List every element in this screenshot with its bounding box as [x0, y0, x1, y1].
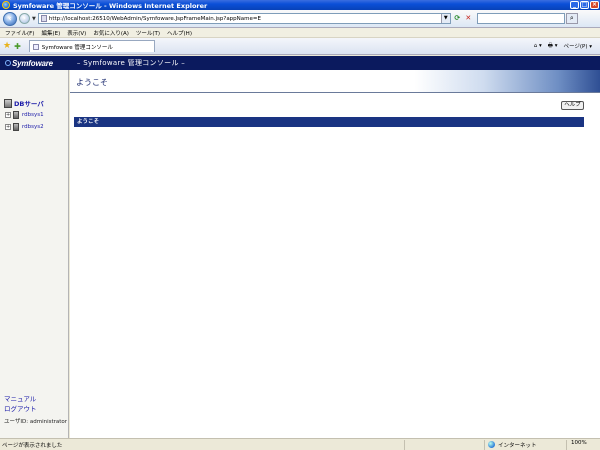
- tree-root-db-server[interactable]: DBサーバ: [4, 98, 44, 108]
- expand-icon[interactable]: +: [5, 124, 11, 130]
- app-title: – Symfoware 管理コンソール –: [76, 59, 186, 67]
- page-menu-button[interactable]: ページ(P) ▾: [563, 42, 592, 50]
- symfoware-logo: Symfoware: [5, 59, 53, 68]
- navigation-sidebar: DBサーバ + rdbsys1 + rdbsys2 マニュアル ログアウト ユー…: [0, 70, 69, 438]
- status-segment: [404, 439, 484, 450]
- address-url[interactable]: http://localhost:26510/WebAdmin/Symfowar…: [49, 16, 441, 22]
- add-favorite-icon[interactable]: ✚: [14, 42, 21, 51]
- tab-page-icon: [32, 43, 39, 50]
- stop-icon[interactable]: ✕: [464, 14, 473, 23]
- address-toolbar: ‹ › ▼ http://localhost:26510/WebAdmin/Sy…: [0, 10, 600, 28]
- minimize-button[interactable]: _: [570, 1, 579, 9]
- main-content: ようこそ ヘルプ ようこそ: [70, 70, 600, 438]
- page-header: ようこそ: [70, 70, 600, 93]
- tree-node-label[interactable]: rdbsys2: [22, 124, 44, 130]
- home-button[interactable]: ⌂ ▾: [534, 43, 542, 49]
- app-header: Symfoware – Symfoware 管理コンソール –: [0, 56, 600, 70]
- zoom-level[interactable]: 100%: [566, 439, 600, 450]
- refresh-icon[interactable]: ⟳: [453, 14, 462, 23]
- menu-help[interactable]: ヘルプ(H): [167, 29, 192, 37]
- tree-node-rdbsys2[interactable]: + rdbsys2: [5, 123, 44, 131]
- section-title-bar: ようこそ: [74, 117, 584, 127]
- tab-symfoware[interactable]: Symfoware 管理コンソール: [28, 40, 155, 52]
- page-title: ようこそ: [76, 78, 108, 87]
- tab-label: Symfoware 管理コンソール: [41, 44, 113, 51]
- user-id-label: ユーザID: administrator: [4, 419, 68, 425]
- expand-icon[interactable]: +: [5, 112, 11, 118]
- window-title-bar: Symfoware 管理コンソール - Windows Internet Exp…: [0, 0, 600, 10]
- command-bar: ⌂ ▾ 🖶 ▾ ページ(P) ▾: [528, 42, 592, 51]
- tab-toolbar: ★ ✚ Symfoware 管理コンソール ⌂ ▾ 🖶 ▾ ページ(P) ▾: [0, 38, 600, 55]
- zone-label: インターネット: [498, 442, 537, 449]
- tree-root-label[interactable]: DBサーバ: [14, 98, 44, 108]
- server-icon: [13, 111, 19, 119]
- status-text: ページが表示されました: [2, 442, 63, 449]
- tree-node-label[interactable]: rdbsys1: [22, 112, 44, 118]
- forward-button[interactable]: ›: [19, 13, 30, 24]
- server-icon: [13, 123, 19, 131]
- search-input[interactable]: [476, 13, 565, 24]
- menu-bar: ファイル(F) 編集(E) 表示(V) お気に入り(A) ツール(T) ヘルプ(…: [0, 28, 600, 38]
- status-bar: ページが表示されました インターネット 100%: [0, 438, 600, 450]
- search-icon[interactable]: ⌕: [565, 13, 578, 24]
- logo-text: Symfoware: [12, 58, 53, 68]
- logout-link[interactable]: ログアウト: [4, 403, 37, 413]
- address-field[interactable]: http://localhost:26510/WebAdmin/Symfowar…: [37, 13, 451, 24]
- back-button[interactable]: ‹: [3, 11, 17, 26]
- history-dropdown-icon[interactable]: ▼: [32, 16, 36, 22]
- favorites-star-icon[interactable]: ★: [3, 41, 11, 51]
- help-button[interactable]: ヘルプ: [561, 101, 584, 110]
- globe-icon: [488, 441, 495, 448]
- logo-swirl-icon: [5, 60, 11, 67]
- menu-tools[interactable]: ツール(T): [136, 29, 160, 37]
- db-server-icon: [4, 98, 12, 108]
- close-window-button[interactable]: ×: [590, 1, 599, 9]
- menu-view[interactable]: 表示(V): [67, 29, 86, 37]
- tree-node-rdbsys1[interactable]: + rdbsys1: [5, 111, 44, 119]
- menu-file[interactable]: ファイル(F): [5, 29, 34, 37]
- menu-favorites[interactable]: お気に入り(A): [93, 29, 129, 37]
- page-icon: [40, 15, 47, 22]
- address-dropdown-icon[interactable]: ▼: [440, 14, 450, 23]
- maximize-button[interactable]: □: [580, 1, 589, 9]
- ie-logo-icon: [2, 1, 10, 9]
- print-button[interactable]: 🖶 ▾: [548, 42, 558, 51]
- menu-edit[interactable]: 編集(E): [41, 29, 60, 37]
- manual-link[interactable]: マニュアル: [4, 393, 36, 403]
- security-zone[interactable]: インターネット: [484, 439, 566, 450]
- window-title: Symfoware 管理コンソール - Windows Internet Exp…: [13, 2, 208, 10]
